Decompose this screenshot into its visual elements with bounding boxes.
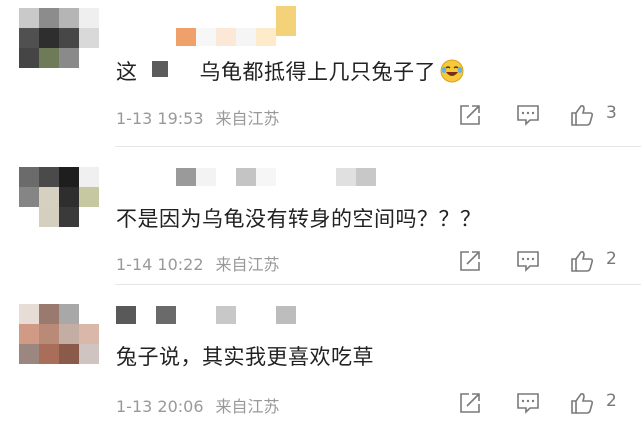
comment-actions: 3	[458, 103, 628, 129]
comment-meta: 1-13 20:06 来自江苏	[116, 393, 280, 417]
comment-date: 1-13 20:06	[116, 397, 204, 416]
comment-date: 1-14 10:22	[116, 255, 204, 274]
comment-actions: 2	[458, 249, 628, 275]
comment-feed: 这乌龟都抵得上几只兔子了 1-13 19:53 来自江苏 3 不是因为乌龟没有转…	[0, 0, 641, 423]
username[interactable]	[176, 168, 376, 186]
thumbs-up-icon[interactable]	[570, 103, 594, 127]
comment-source: 来自江苏	[215, 255, 280, 274]
like-count: 2	[606, 249, 617, 269]
comment-meta: 1-13 19:53 来自江苏	[116, 105, 280, 129]
avatar[interactable]	[19, 8, 99, 68]
avatar[interactable]	[19, 304, 99, 364]
comment-text: 这乌龟都抵得上几只兔子了	[116, 56, 464, 86]
comment-item: 不是因为乌龟没有转身的空间吗？？？ 1-14 10:22 来自江苏 2	[0, 147, 641, 285]
reply-icon[interactable]	[516, 249, 540, 273]
comment-source: 来自江苏	[215, 109, 280, 128]
reply-icon[interactable]	[516, 391, 540, 415]
comment-text: 兔子说，其实我更喜欢吃草	[116, 345, 374, 369]
like-count: 3	[606, 103, 617, 123]
username[interactable]	[276, 6, 296, 36]
avatar[interactable]	[19, 167, 99, 227]
comment-item: 这乌龟都抵得上几只兔子了 1-13 19:53 来自江苏 3	[0, 0, 641, 138]
reply-icon[interactable]	[516, 103, 540, 127]
comment-source: 来自江苏	[215, 397, 280, 416]
share-icon[interactable]	[458, 249, 482, 273]
comment-text: 不是因为乌龟没有转身的空间吗？？？	[116, 207, 482, 231]
share-icon[interactable]	[458, 103, 482, 127]
username[interactable]	[116, 306, 296, 324]
like-count: 2	[606, 391, 617, 411]
mention-blur	[151, 61, 168, 77]
comment-actions: 2	[458, 391, 628, 417]
thumbs-up-icon[interactable]	[570, 391, 594, 415]
comment-meta: 1-14 10:22 来自江苏	[116, 251, 280, 275]
comment-item: 兔子说，其实我更喜欢吃草 1-13 20:06 来自江苏 2	[0, 285, 641, 423]
comment-date: 1-13 19:53	[116, 109, 204, 128]
laugh-cry-emoji-icon	[440, 59, 464, 83]
share-icon[interactable]	[458, 391, 482, 415]
username[interactable]	[176, 28, 276, 46]
thumbs-up-icon[interactable]	[570, 249, 594, 273]
